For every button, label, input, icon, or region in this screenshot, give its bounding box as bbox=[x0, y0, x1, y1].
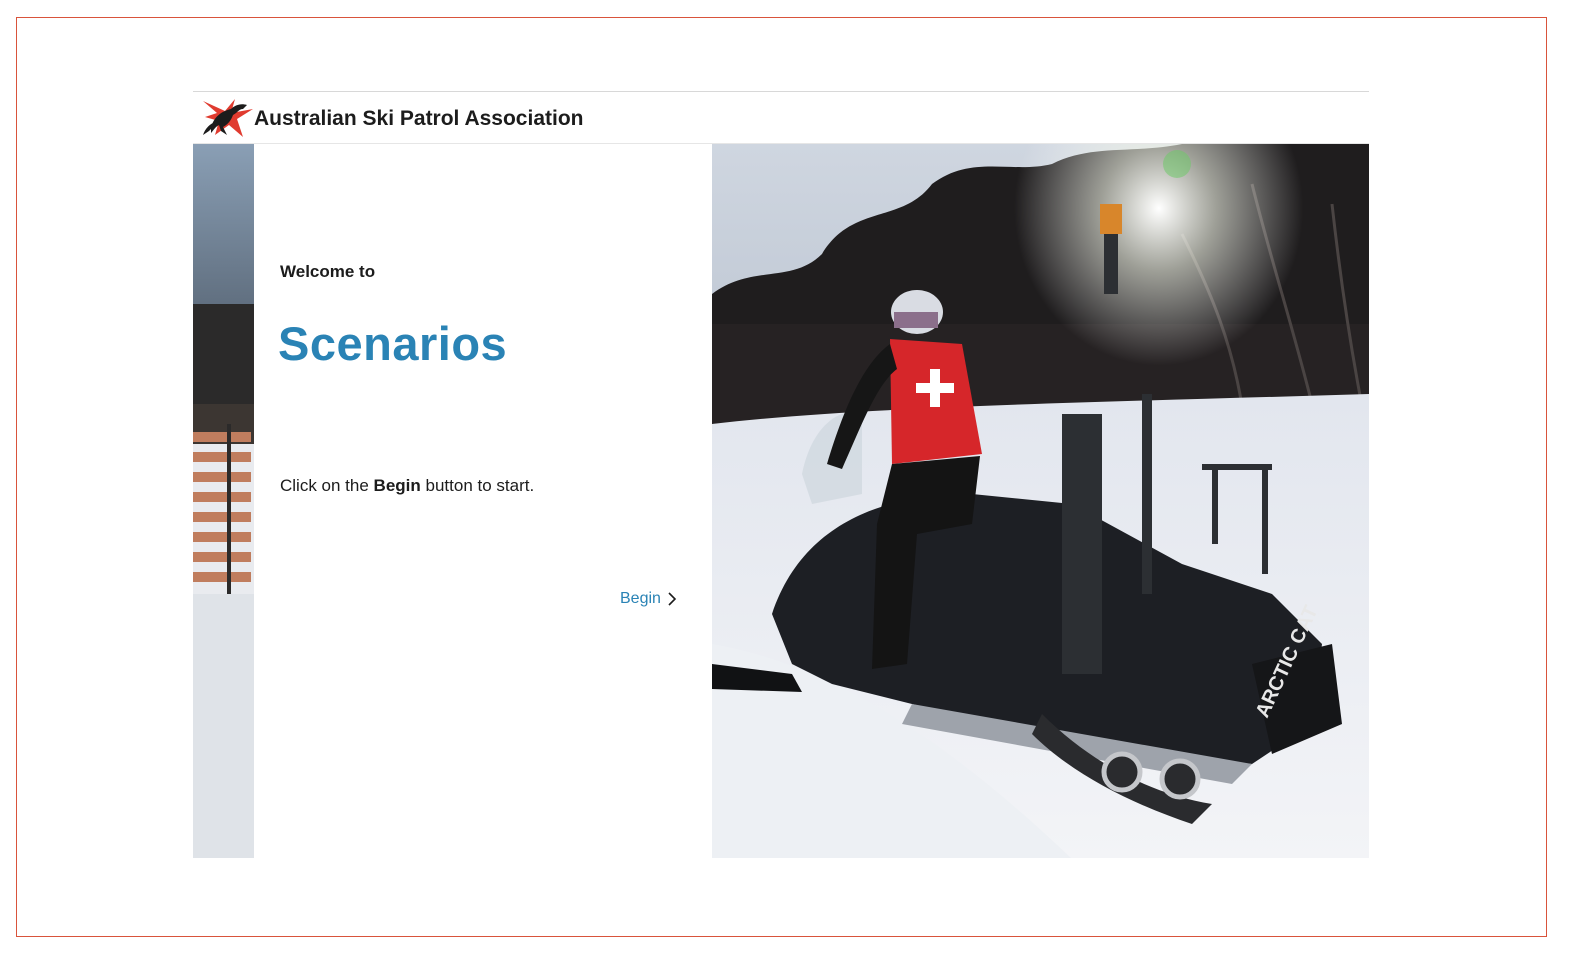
instruction-prefix: Click on the bbox=[280, 476, 374, 495]
organization-name: Australian Ski Patrol Association bbox=[254, 107, 584, 130]
kangaroo-logo-icon bbox=[203, 99, 253, 137]
slide: Australian Ski Patrol Association Welcom… bbox=[193, 91, 1369, 858]
content-panel: Welcome to Scenarios Click on the Begin … bbox=[254, 144, 712, 858]
header-bar: Australian Ski Patrol Association bbox=[193, 92, 1369, 144]
begin-button[interactable]: Begin bbox=[620, 586, 677, 612]
scenery-strip-image bbox=[193, 144, 254, 858]
page-title: Scenarios bbox=[278, 317, 508, 370]
ski-patroller-on-snowmobile-image: ARCTIC CAT bbox=[712, 144, 1369, 858]
begin-button-label: Begin bbox=[620, 590, 661, 607]
welcome-label: Welcome to bbox=[280, 262, 376, 281]
instruction-text: Click on the Begin button to start. bbox=[280, 476, 534, 496]
instruction-suffix: button to start. bbox=[420, 476, 535, 495]
instruction-begin-keyword: Begin bbox=[373, 476, 421, 495]
chevron-right-icon bbox=[668, 592, 677, 606]
left-scenery-strip bbox=[193, 144, 254, 858]
